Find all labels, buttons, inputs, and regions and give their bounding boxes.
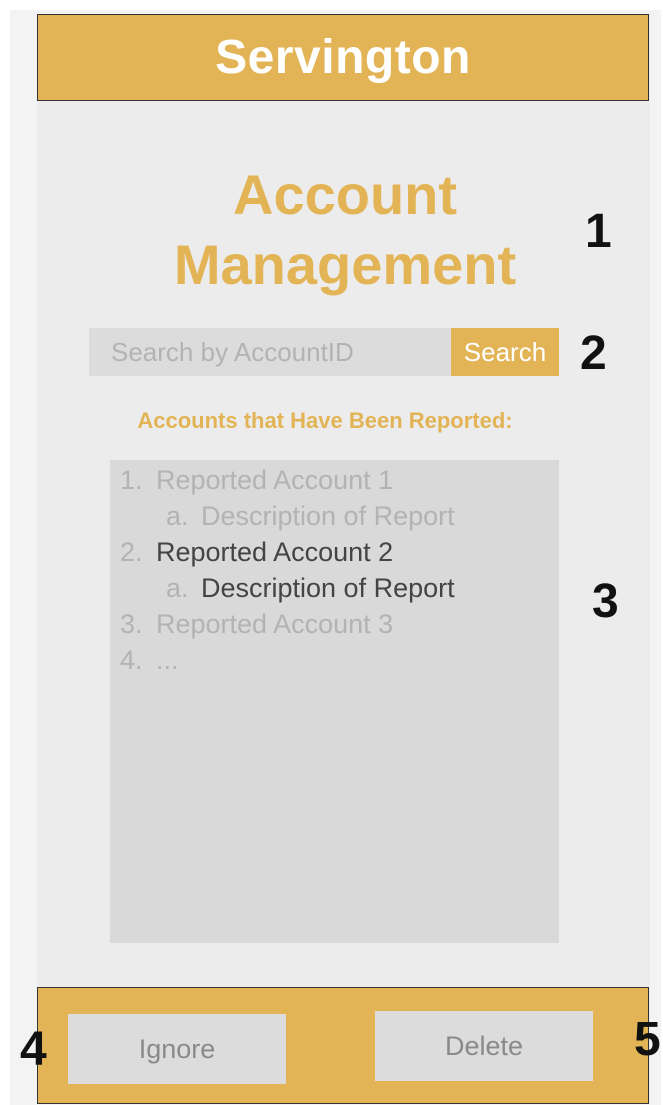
- annotation-marker-2: 2: [580, 327, 607, 380]
- report-list-item[interactable]: 3. Reported Account 3: [110, 606, 559, 642]
- page-title: Account Management: [100, 160, 590, 300]
- page-title-line-2: Management: [173, 233, 517, 296]
- search-input[interactable]: [89, 328, 451, 376]
- list-item-text: Reported Account 2: [156, 537, 394, 567]
- search-button[interactable]: Search: [451, 328, 559, 376]
- list-item-number: 2.: [120, 537, 143, 567]
- app-title: Servington: [215, 31, 471, 84]
- annotation-marker-1: 1: [585, 205, 612, 258]
- page-title-line-1: Account: [233, 163, 457, 226]
- delete-button[interactable]: Delete: [375, 1011, 593, 1081]
- report-list-item[interactable]: 4. ...: [110, 642, 559, 678]
- list-item-number: 3.: [120, 609, 143, 639]
- list-item-text: Reported Account 1: [156, 465, 394, 495]
- list-item-number: 1.: [120, 465, 143, 495]
- annotation-marker-3: 3: [592, 575, 619, 628]
- report-list-item[interactable]: 2. Reported Account 2: [110, 534, 559, 570]
- annotation-marker-4: 4: [20, 1023, 47, 1076]
- report-list-item[interactable]: 1. Reported Account 1: [110, 462, 559, 498]
- report-description: a. Description of Report: [110, 570, 559, 606]
- reported-accounts-list[interactable]: 1. Reported Account 1 a. Description of …: [110, 460, 559, 943]
- reported-accounts-heading: Accounts that Have Been Reported:: [137, 408, 513, 433]
- list-item-text: Description of Report: [201, 501, 455, 531]
- list-item-number: 4.: [120, 645, 143, 675]
- annotation-marker-5: 5: [634, 1013, 661, 1066]
- list-item-text: ...: [156, 645, 179, 675]
- search-bar: Search: [89, 328, 559, 376]
- list-item-text: Reported Account 3: [156, 609, 394, 639]
- ignore-button[interactable]: Ignore: [68, 1014, 286, 1084]
- report-description: a. Description of Report: [110, 498, 559, 534]
- list-item-text: Description of Report: [201, 573, 455, 603]
- list-item-number: a.: [166, 573, 189, 603]
- app-header: Servington: [37, 14, 649, 101]
- list-item-number: a.: [166, 501, 189, 531]
